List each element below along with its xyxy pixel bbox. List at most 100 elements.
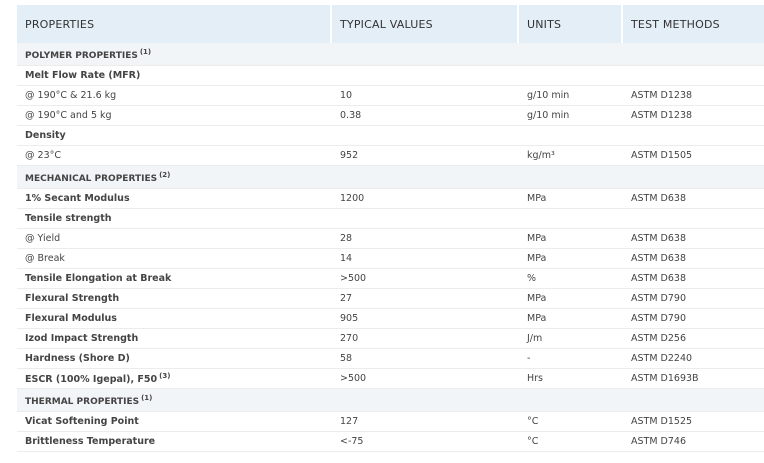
unit-text: MPa [527,313,547,324]
method-text: ASTM D638 [631,253,686,264]
property-text: Izod Impact Strength [25,333,139,344]
property-text: 1% Secant Modulus [25,193,130,204]
value-text: 127 [340,416,359,427]
property-cell: ESCR (100% Igepal), F50 (3) [17,369,332,389]
value-text: 10 [340,90,353,101]
property-cell: Melt Flow Rate (MFR) [17,66,332,86]
unit-cell: MPa [519,189,623,209]
method-text: ASTM D790 [631,313,686,324]
method-cell [623,389,764,412]
value-text: 270 [340,333,359,344]
table-row: 1% Secant Modulus 1200 MPa ASTM D638 [17,189,764,209]
method-cell: ASTM D790 [623,309,764,329]
value-text: 58 [340,353,353,364]
method-text: ASTM D1525 [631,416,693,427]
table-row: @ 23°C 952 kg/m³ ASTM D1505 [17,146,764,166]
header-typical-values: TYPICAL VALUES [332,5,519,43]
unit-cell: MPa [519,229,623,249]
unit-text: g/10 min [527,110,570,121]
property-cell: @ Break [17,249,332,269]
unit-text: Hrs [527,373,543,384]
table-row: Flexural Strength 27 MPa ASTM D790 [17,289,764,309]
header-row: PROPERTIES TYPICAL VALUES UNITS TEST MET… [17,5,764,43]
method-cell: ASTM D256 [623,329,764,349]
value-cell: <-75 [332,432,519,452]
method-cell [623,66,764,86]
unit-cell [519,389,623,412]
unit-text: °C [527,416,539,427]
value-text: 0.38 [340,110,362,121]
value-cell: 14 [332,249,519,269]
property-text: POLYMER PROPERTIES [25,50,138,61]
section-row: THERMAL PROPERTIES (1) [17,389,764,412]
property-text: @ Yield [25,233,61,244]
unit-cell: kg/m³ [519,146,623,166]
method-cell: ASTM D1693B [623,369,764,389]
table-row: Melt Flow Rate (MFR) [17,66,764,86]
table-row: Hardness (Shore D) 58 - ASTM D2240 [17,349,764,369]
unit-text: MPa [527,233,547,244]
property-cell: Vicat Softening Point [17,412,332,432]
value-cell: 58 [332,349,519,369]
property-text: Tensile Elongation at Break [25,273,172,284]
unit-cell: % [519,269,623,289]
property-text: Density [25,130,66,141]
table-row: Density [17,126,764,146]
table-row: @ 190°C and 5 kg 0.38 g/10 min ASTM D1238 [17,106,764,126]
unit-text: °C [527,436,539,447]
footnote-marker: (3) [159,372,171,380]
header-test-methods: TEST METHODS [623,5,764,43]
table-row: Izod Impact Strength 270 J/m ASTM D256 [17,329,764,349]
value-cell: 270 [332,329,519,349]
method-cell: ASTM D1238 [623,86,764,106]
value-text: 28 [340,233,353,244]
value-cell: 127 [332,412,519,432]
unit-cell: MPa [519,249,623,269]
property-text: Flexural Strength [25,293,120,304]
value-cell: >500 [332,269,519,289]
unit-cell: g/10 min [519,106,623,126]
property-cell: Density [17,126,332,146]
method-text: ASTM D790 [631,293,686,304]
property-cell: Tensile Elongation at Break [17,269,332,289]
method-cell: ASTM D1525 [623,412,764,432]
value-text: 27 [340,293,353,304]
table-row: @ 190°C & 21.6 kg 10 g/10 min ASTM D1238 [17,86,764,106]
value-cell [332,166,519,189]
table-row: @ Break 14 MPa ASTM D638 [17,249,764,269]
value-cell [332,389,519,412]
value-cell [332,43,519,66]
table-row: Flexural Modulus 905 MPa ASTM D790 [17,309,764,329]
unit-cell: °C [519,412,623,432]
method-cell [623,166,764,189]
section-row: MECHANICAL PROPERTIES (2) [17,166,764,189]
method-text: ASTM D1505 [631,150,693,161]
unit-text: MPa [527,293,547,304]
property-cell: POLYMER PROPERTIES (1) [17,43,332,66]
page: PROPERTIES TYPICAL VALUES UNITS TEST MET… [0,0,764,463]
method-cell: ASTM D638 [623,249,764,269]
method-text: ASTM D1238 [631,90,693,101]
value-text: 14 [340,253,353,264]
property-cell: Flexural Modulus [17,309,332,329]
unit-text: g/10 min [527,90,570,101]
unit-cell [519,166,623,189]
property-cell: MECHANICAL PROPERTIES (2) [17,166,332,189]
property-text: Vicat Softening Point [25,416,139,427]
property-text: @ 190°C and 5 kg [25,110,112,121]
table-row: @ Yield 28 MPa ASTM D638 [17,229,764,249]
footnote-marker: (1) [141,393,153,402]
method-cell [623,126,764,146]
method-cell: ASTM D2240 [623,349,764,369]
method-text: ASTM D256 [631,333,686,344]
unit-cell: g/10 min [519,86,623,106]
value-cell [332,209,519,229]
value-cell [332,126,519,146]
value-cell: >500 [332,369,519,389]
method-cell [623,43,764,66]
unit-text: J/m [527,333,543,344]
value-cell: 0.38 [332,106,519,126]
property-text: Hardness (Shore D) [25,353,130,364]
method-cell: ASTM D790 [623,289,764,309]
value-text: >500 [340,273,367,284]
